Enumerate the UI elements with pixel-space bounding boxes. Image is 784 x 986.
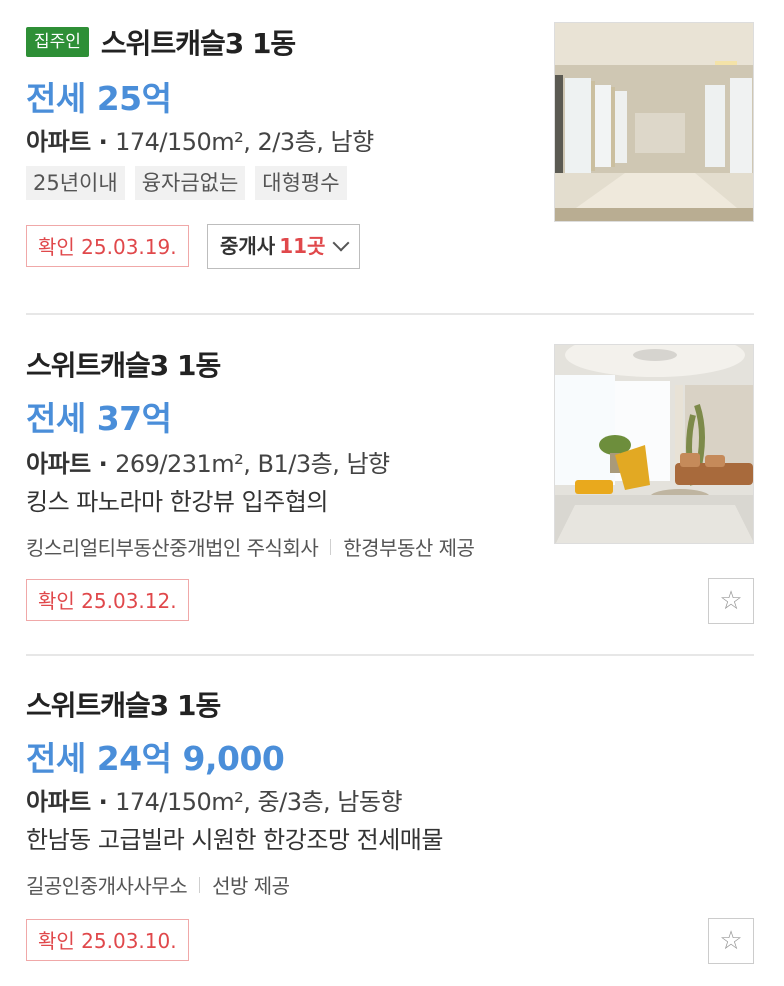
- provider-name: 선방 제공: [212, 874, 290, 898]
- listing-item[interactable]: 스위트캐슬3 1동 전세 37억 아파트 · 269/231m², B1/3층,…: [26, 344, 754, 654]
- listing-title-row: 스위트캐슬3 1동: [26, 684, 221, 724]
- feature-tag: 25년이내: [26, 166, 125, 200]
- listing-title[interactable]: 스위트캐슬3 1동: [26, 684, 221, 724]
- agency-name: 길공인중개사사무소: [26, 874, 188, 898]
- listing-spec: 아파트 · 174/150m², 중/3층, 남동향: [26, 782, 403, 817]
- listing-item[interactable]: 집주인 스위트캐슬3 1동 전세 25억 아파트 · 174/150m², 2/…: [26, 22, 754, 313]
- listing-price: 전세 37억: [26, 399, 172, 438]
- spec-detail: 174/150m², 중/3층, 남동향: [115, 788, 403, 816]
- listing-source: 킹스리얼티부동산중개법인 주식회사 한경부동산 제공: [26, 532, 475, 561]
- feature-tags: 25년이내 융자금없는 대형평수: [26, 166, 347, 200]
- provider-name: 한경부동산 제공: [343, 536, 475, 560]
- spec-separator: ·: [90, 788, 116, 816]
- property-type: 아파트: [26, 128, 91, 156]
- feature-tag: 융자금없는: [134, 166, 246, 200]
- listing-list: 집주인 스위트캐슬3 1동 전세 25억 아파트 · 174/150m², 2/…: [0, 0, 784, 986]
- listing-source: 길공인중개사사무소 선방 제공: [26, 870, 290, 899]
- spec-detail: 174/150m², 2/3층, 남향: [115, 128, 374, 156]
- listing-title[interactable]: 스위트캐슬3 1동: [26, 344, 221, 384]
- spec-detail: 269/231m², B1/3층, 남향: [115, 450, 390, 478]
- listing-title-row: 스위트캐슬3 1동: [26, 344, 221, 384]
- listing-spec: 아파트 · 174/150m², 2/3층, 남향: [26, 122, 374, 157]
- spec-separator: ·: [90, 128, 116, 156]
- chevron-down-icon: [332, 234, 350, 251]
- listing-photo[interactable]: [554, 344, 754, 544]
- listing-item[interactable]: 스위트캐슬3 1동 전세 24억 9,000 아파트 · 174/150m², …: [26, 684, 754, 986]
- favorite-button[interactable]: ☆: [708, 918, 754, 964]
- agency-name: 킹스리얼티부동산중개법인 주식회사: [26, 536, 319, 560]
- listing-title-row: 집주인 스위트캐슬3 1동: [26, 22, 296, 62]
- star-outline-icon: ☆: [719, 586, 743, 616]
- confirm-date-badge: 확인 25.03.19.: [26, 225, 189, 267]
- listing-description: 킹스 파노라마 한강뷰 입주협의: [26, 488, 328, 516]
- favorite-button[interactable]: ☆: [708, 578, 754, 624]
- listing-spec: 아파트 · 269/231m², B1/3층, 남향: [26, 444, 390, 479]
- listing-price: 전세 24억 9,000: [26, 739, 285, 778]
- star-outline-icon: ☆: [719, 926, 743, 956]
- confirm-date-badge: 확인 25.03.12.: [26, 579, 189, 621]
- owner-badge: 집주인: [26, 27, 89, 57]
- confirm-date-badge: 확인 25.03.10.: [26, 919, 189, 961]
- listing-divider: [26, 654, 754, 656]
- source-separator: [199, 876, 201, 893]
- living-room-image: [555, 345, 753, 543]
- listing-description: 한남동 고급빌라 시원한 한강조망 전세매물: [26, 826, 443, 854]
- agents-count: 11곳: [279, 234, 326, 258]
- listing-price: 전세 25억: [26, 79, 172, 118]
- agents-dropdown-button[interactable]: 중개사 11곳: [207, 224, 361, 269]
- feature-tag: 대형평수: [255, 166, 347, 200]
- property-type: 아파트: [26, 450, 91, 478]
- listing-photo[interactable]: [554, 22, 754, 222]
- listing-divider: [26, 313, 754, 315]
- source-separator: [330, 538, 332, 555]
- listing-title[interactable]: 스위트캐슬3 1동: [101, 22, 296, 62]
- interior-hallway-image: [555, 23, 753, 221]
- spec-separator: ·: [90, 450, 116, 478]
- agents-label: 중개사: [220, 234, 276, 258]
- property-type: 아파트: [26, 788, 91, 816]
